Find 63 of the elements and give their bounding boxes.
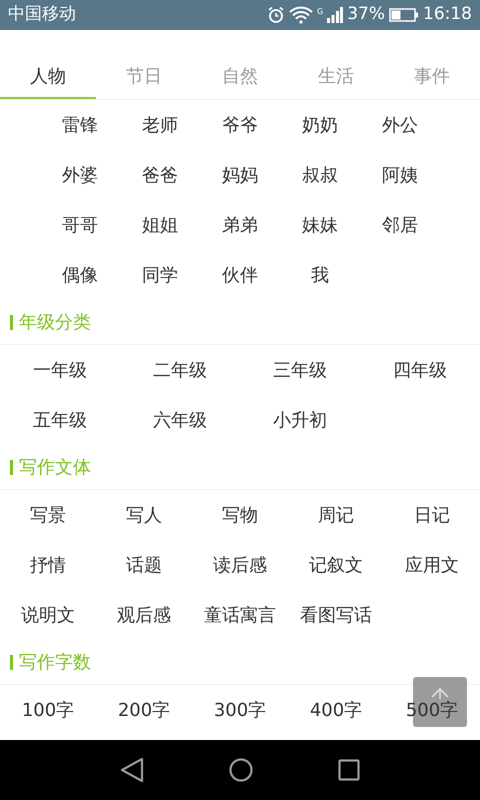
topic-link[interactable]: 200字 <box>118 696 170 724</box>
topic-link[interactable]: 300字 <box>214 696 266 724</box>
carrier-name: 中国移动 <box>8 3 76 26</box>
topic-link[interactable]: 三年级 <box>273 356 327 384</box>
alarm-icon <box>267 6 285 24</box>
section-title: 写作字数 <box>19 650 91 674</box>
section-title: 年级分类 <box>19 310 91 334</box>
topic-link[interactable]: 雷锋 <box>62 112 98 138</box>
topic-link[interactable]: 观后感 <box>117 602 171 628</box>
topic-link[interactable]: 叔叔 <box>302 162 338 188</box>
topic-link[interactable]: 同学 <box>142 262 178 288</box>
topic-link[interactable]: 小升初 <box>273 406 327 434</box>
wifi-icon <box>289 6 313 24</box>
topic-link[interactable]: 写人 <box>126 502 162 528</box>
topic-link[interactable]: 外婆 <box>62 162 98 188</box>
topic-link[interactable]: 偶像 <box>62 262 98 288</box>
topic-link[interactable]: 说明文 <box>21 602 75 628</box>
recents-icon[interactable] <box>338 759 360 781</box>
topic-link[interactable]: 应用文 <box>405 552 459 578</box>
topic-link[interactable]: 写景 <box>30 502 66 528</box>
accent-bar <box>10 654 13 670</box>
topic-link[interactable]: 伙伴 <box>222 262 258 288</box>
back-icon[interactable] <box>120 757 144 783</box>
topic-link[interactable]: 我 <box>311 262 329 288</box>
topic-link[interactable]: 爸爸 <box>142 162 178 188</box>
topic-link[interactable]: 阿姨 <box>382 162 418 188</box>
battery-percent: 37% <box>347 3 385 26</box>
topic-link[interactable]: 写物 <box>222 502 258 528</box>
topic-link[interactable]: 妈妈 <box>222 162 258 188</box>
topic-link[interactable]: 周记 <box>318 502 354 528</box>
topic-link[interactable]: 六年级 <box>153 406 207 434</box>
topic-link[interactable]: 二年级 <box>153 356 207 384</box>
topic-link[interactable]: 日记 <box>414 502 450 528</box>
category-tab[interactable]: 人物 <box>0 55 96 99</box>
arrow-up-icon <box>430 687 450 699</box>
topic-link[interactable]: 看图写话 <box>300 602 372 628</box>
topic-link[interactable]: 五年级 <box>33 406 87 434</box>
topic-link[interactable]: 外公 <box>382 112 418 138</box>
topic-link[interactable]: 哥哥 <box>62 212 98 238</box>
topic-link[interactable]: 弟弟 <box>222 212 258 238</box>
topic-link[interactable]: 400字 <box>310 696 362 724</box>
network-type: G <box>317 6 324 18</box>
topic-link[interactable]: 记叙文 <box>309 552 363 578</box>
topic-link[interactable]: 一年级 <box>33 356 87 384</box>
topic-link[interactable]: 童话寓言 <box>204 602 276 628</box>
topic-link[interactable]: 话题 <box>126 552 162 578</box>
topic-link[interactable]: 读后感 <box>213 552 267 578</box>
topic-link[interactable]: 100字 <box>22 696 74 724</box>
topic-link[interactable]: 抒情 <box>30 552 66 578</box>
topic-link[interactable]: 奶奶 <box>302 112 338 138</box>
topic-link[interactable]: 妹妹 <box>302 212 338 238</box>
battery-icon <box>389 7 419 23</box>
signal-icon <box>327 6 344 24</box>
topic-link[interactable]: 爷爷 <box>222 112 258 138</box>
accent-bar <box>10 314 13 330</box>
accent-bar <box>10 460 13 474</box>
topic-link[interactable]: 邻居 <box>382 212 418 238</box>
topic-link[interactable]: 老师 <box>142 112 178 138</box>
home-icon[interactable] <box>229 758 253 782</box>
clock-time: 16:18 <box>423 3 472 26</box>
topic-link[interactable]: 姐姐 <box>142 212 178 238</box>
topic-link[interactable]: 四年级 <box>393 356 447 384</box>
section-title: 写作文体 <box>19 456 91 480</box>
